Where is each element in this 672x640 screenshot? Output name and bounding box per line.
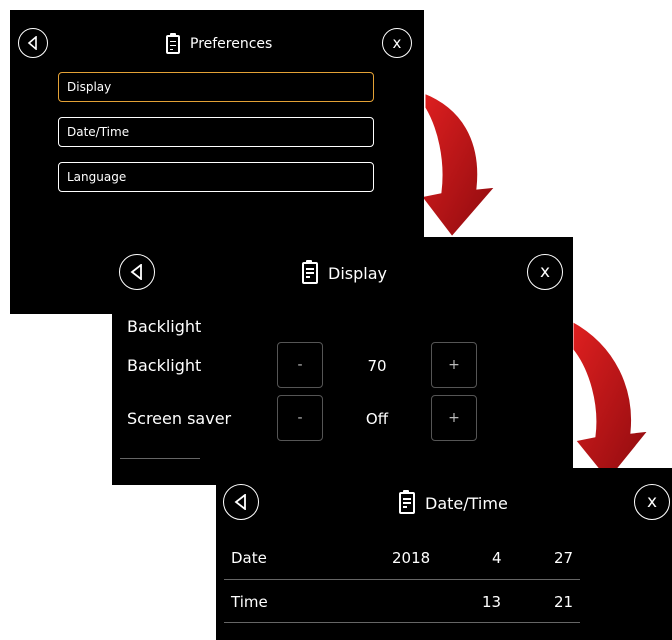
screen-saver-value: Off — [365, 410, 389, 428]
back-button[interactable] — [18, 28, 48, 58]
close-icon: x — [392, 34, 402, 52]
divider — [224, 622, 580, 623]
plus-icon: + — [448, 357, 460, 373]
arrow-2 — [570, 317, 654, 485]
menu-item-label: Date/Time — [67, 125, 130, 139]
arrow-1 — [417, 89, 501, 241]
backlight-increase-button[interactable]: + — [431, 342, 477, 388]
time-minute[interactable]: 21 — [554, 593, 573, 611]
close-icon: x — [539, 262, 551, 282]
minus-icon: - — [297, 357, 303, 373]
datetime-header: Date/Time — [399, 490, 508, 516]
clipboard-icon — [399, 490, 415, 514]
backlight-value: 70 — [367, 357, 387, 375]
menu-item-label: Display — [67, 80, 112, 94]
backlight-label: Backlight — [127, 356, 202, 375]
backlight-decrease-button[interactable]: - — [277, 342, 323, 388]
back-button[interactable] — [119, 254, 155, 290]
menu-item-datetime[interactable]: Date/Time — [58, 117, 374, 147]
menu-item-display[interactable]: Display — [58, 72, 374, 102]
close-button[interactable]: x — [527, 254, 563, 290]
date-label: Date — [231, 549, 267, 567]
menu-item-language[interactable]: Language — [58, 162, 374, 192]
close-icon: x — [646, 492, 658, 512]
back-arrow-icon — [234, 494, 246, 510]
divider — [224, 579, 580, 580]
back-arrow-icon — [130, 264, 142, 280]
date-year[interactable]: 2018 — [392, 549, 430, 567]
display-panel: Display x Backlight Backlight - 70 + Scr… — [112, 237, 573, 485]
back-button[interactable] — [223, 484, 259, 520]
minus-icon: - — [297, 410, 303, 426]
plus-icon: + — [448, 410, 460, 426]
screen-saver-increase-button[interactable]: + — [431, 395, 477, 441]
page-title: Display — [328, 263, 387, 283]
time-label: Time — [231, 593, 268, 611]
clipboard-icon — [302, 260, 318, 284]
close-button[interactable]: x — [382, 28, 412, 58]
menu-item-label: Language — [67, 170, 127, 184]
divider — [120, 458, 200, 459]
page-title: Date/Time — [425, 493, 508, 513]
back-arrow-icon — [27, 36, 37, 50]
time-hour[interactable]: 13 — [482, 593, 501, 611]
date-month[interactable]: 4 — [492, 549, 502, 567]
screen-saver-decrease-button[interactable]: - — [277, 395, 323, 441]
display-header: Display — [302, 260, 387, 286]
close-button[interactable]: x — [634, 484, 670, 520]
screen-saver-label: Screen saver — [127, 409, 232, 428]
page-title: Preferences — [190, 36, 273, 52]
datetime-panel: Date/Time x Date 2018 4 27 Time 13 21 — [216, 468, 672, 640]
preferences-header: Preferences — [166, 32, 272, 56]
date-day[interactable]: 27 — [554, 549, 573, 567]
clipboard-icon — [166, 32, 180, 54]
section-label-backlight: Backlight — [127, 317, 202, 336]
